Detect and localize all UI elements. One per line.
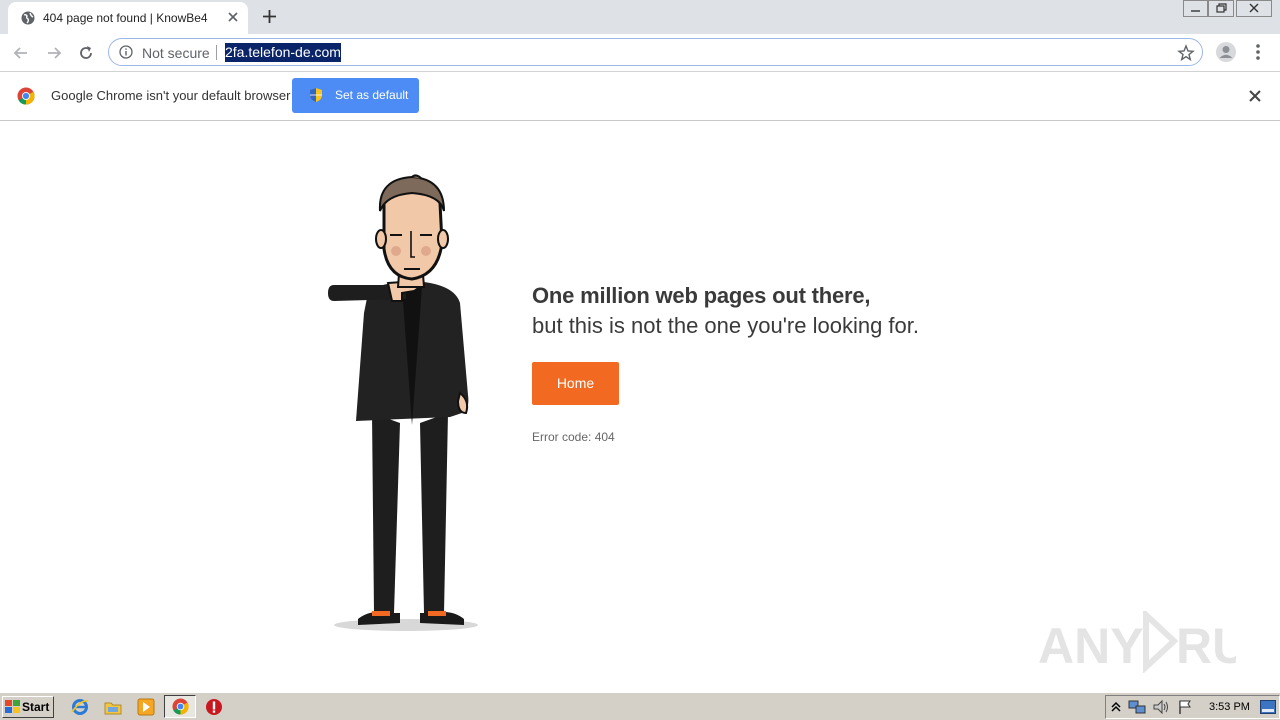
svg-text:RUN: RUN xyxy=(1176,618,1236,673)
forward-arrow-icon[interactable] xyxy=(44,43,64,63)
home-button[interactable]: Home xyxy=(532,362,619,405)
taskbar-clock[interactable]: 3:53 PM xyxy=(1209,701,1250,713)
bookmark-star-icon[interactable] xyxy=(1177,44,1195,62)
windows-logo-icon xyxy=(5,700,20,713)
media-player-icon[interactable] xyxy=(137,698,155,716)
info-icon[interactable] xyxy=(119,45,133,59)
chrome-taskbar-icon xyxy=(172,698,189,715)
tray-expand-icon[interactable] xyxy=(1111,701,1121,713)
close-window-icon[interactable] xyxy=(1236,0,1272,17)
home-button-label: Home xyxy=(556,375,595,391)
reload-icon[interactable] xyxy=(76,43,96,63)
action-center-flag-icon[interactable] xyxy=(1177,699,1193,715)
infobar-message: Google Chrome isn't your default browser xyxy=(51,88,291,103)
error-code-text: Error code: 404 xyxy=(532,430,615,444)
anyrun-watermark-logo: ANY RUN xyxy=(1038,611,1236,673)
default-browser-infobar: Google Chrome isn't your default browser… xyxy=(0,72,1280,121)
chrome-logo-icon xyxy=(17,87,35,105)
new-tab-icon[interactable] xyxy=(261,8,278,25)
omnibox-separator xyxy=(216,45,217,60)
tab-strip: 404 page not found | KnowBe4 xyxy=(0,0,1280,34)
windows-taskbar: Start 3:53 PM xyxy=(0,692,1280,720)
back-arrow-icon[interactable] xyxy=(11,43,31,63)
confused-man-illustration xyxy=(328,174,478,631)
svg-text:ANY: ANY xyxy=(1038,618,1144,673)
url-text[interactable]: 2fa.telefon-de.com xyxy=(225,43,341,62)
start-button[interactable]: Start xyxy=(2,696,54,718)
minimize-window-icon[interactable] xyxy=(1183,0,1208,17)
stop-icon[interactable] xyxy=(205,698,223,716)
set-as-default-button[interactable]: Set as default xyxy=(292,78,419,113)
tab-close-icon[interactable] xyxy=(225,9,241,25)
taskbar-chrome-active[interactable] xyxy=(164,695,196,718)
infobar-close-icon[interactable] xyxy=(1248,89,1262,103)
tab-title: 404 page not found | KnowBe4 xyxy=(43,11,208,25)
page-content: One million web pages out there, but thi… xyxy=(0,121,1280,691)
browser-toolbar: Not secure 2fa.telefon-de.com xyxy=(0,34,1280,72)
headline-line-1: One million web pages out there, xyxy=(532,283,871,308)
set-as-default-label: Set as default xyxy=(335,88,409,102)
system-tray: 3:53 PM xyxy=(1105,695,1280,719)
profile-avatar-icon[interactable] xyxy=(1215,41,1237,63)
tab-active[interactable]: 404 page not found | KnowBe4 xyxy=(8,2,248,34)
network-icon[interactable] xyxy=(1128,699,1146,715)
headline-line-2: but this is not the one you're looking f… xyxy=(532,313,919,338)
internet-explorer-icon[interactable] xyxy=(71,698,89,716)
file-explorer-icon[interactable] xyxy=(104,698,122,716)
show-desktop-icon[interactable] xyxy=(1260,700,1276,714)
restore-window-icon[interactable] xyxy=(1208,0,1234,17)
volume-icon[interactable] xyxy=(1152,699,1170,715)
globe-icon xyxy=(21,11,35,25)
start-label: Start xyxy=(22,700,50,714)
address-bar[interactable]: Not secure 2fa.telefon-de.com xyxy=(108,38,1203,66)
security-label[interactable]: Not secure xyxy=(142,45,210,61)
more-menu-icon[interactable] xyxy=(1250,42,1266,62)
uac-shield-icon xyxy=(310,88,322,102)
